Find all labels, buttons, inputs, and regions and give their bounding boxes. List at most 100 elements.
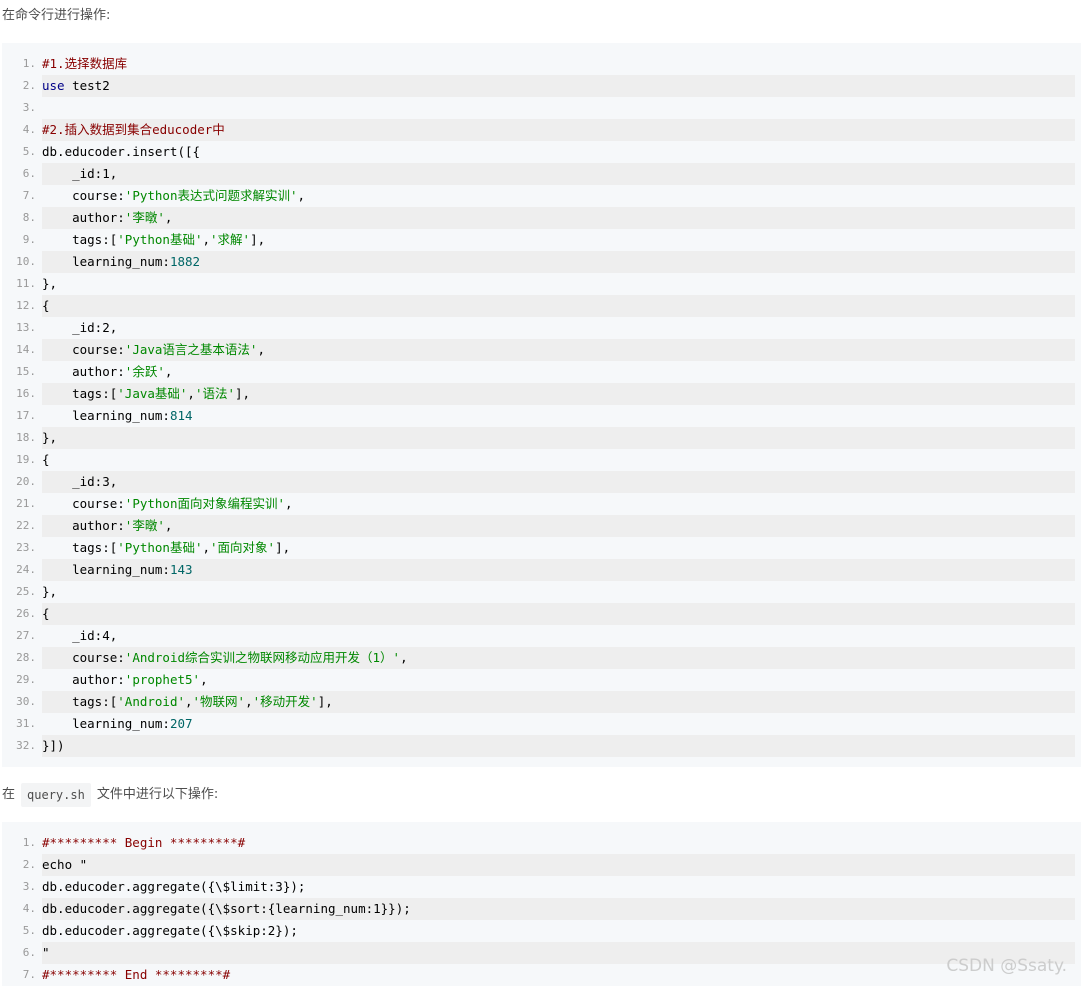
code-token: ], [317,694,333,709]
code-token: 'Python面向对象编程实训' [124,496,286,511]
line-number: 27. [16,629,36,642]
line-number: 16. [16,387,36,400]
line-number: 14. [16,343,36,356]
code-token: tags:[ [42,232,118,247]
code-block-query[interactable]: 1. #********* Begin *********# 2. echo " 3. d… [2,822,1081,986]
code-token: , [109,320,118,335]
line-number: 3. [22,880,36,893]
line-number: 29. [16,673,36,686]
line-number: 15. [16,365,36,378]
code-token: #2.插入数据到集合educoder中 [42,122,225,137]
code-token: , [202,540,211,555]
code-text: { [42,603,1075,625]
line-number: 8. [22,211,36,224]
code-token: '李暾' [124,518,165,533]
code-line: 3. [2,97,1075,119]
code-token: , [285,496,293,511]
query-suffix: 文件中进行以下操作: [96,787,219,802]
code-line: 5. db.educoder.aggregate({\$skip:2}); [2,920,1075,942]
code-text: course:'Python表达式问题求解实训', [42,185,1075,207]
code-text: " [42,942,1075,964]
code-text: _id:3, [42,471,1075,493]
line-number: 20. [16,475,36,488]
code-text: db.educoder.aggregate({\$sort:{learning_… [42,898,1075,920]
code-token: '物联网' [192,694,246,709]
line-number: 6. [22,946,36,959]
code-text: }, [42,427,1075,449]
code-text: tags:['Android','物联网','移动开发'], [42,691,1075,713]
code-token: '移动开发' [252,694,318,709]
code-token: " [42,945,50,960]
line-number: 5. [22,145,36,158]
code-line: 8. author:'李暾', [2,207,1075,229]
code-text: tags:['Python基础','面向对象'], [42,537,1075,559]
code-line: 14. course:'Java语言之基本语法', [2,339,1075,361]
code-text: author:'李暾', [42,207,1075,229]
code-line: 30. tags:['Android','物联网','移动开发'], [2,691,1075,713]
code-token: author: [42,518,125,533]
code-token: }, [42,430,58,445]
code-text: _id:4, [42,625,1075,647]
code-text: #********* Begin *********# [42,832,1075,854]
code-token: }, [42,276,58,291]
line-number: 18. [16,431,36,444]
code-line: 1. #1.选择数据库 [2,53,1075,75]
code-text: use test2 [42,75,1075,97]
line-number: 32. [16,739,36,752]
code-line: 18.}, [2,427,1075,449]
line-number: 23. [16,541,36,554]
code-line: 2. echo " [2,854,1075,876]
code-text: db.educoder.aggregate({\$skip:2}); [42,920,1075,942]
code-line: 10. learning_num:1882 [2,251,1075,273]
code-line: 27. _id:4, [2,625,1075,647]
code-token: tags:[ [42,694,118,709]
code-token: 3 [102,474,110,489]
code-token: course: [42,342,125,357]
code-token: learning_num: [42,408,170,423]
line-number: 1. [22,57,36,70]
line-number: 22. [16,519,36,532]
line-number: 5. [22,924,36,937]
code-text: _id:1, [42,163,1075,185]
code-text: author:'prophet5', [42,669,1075,691]
code-token: '语法' [194,386,236,401]
code-token: 'Java语言之基本语法' [124,342,258,357]
code-line: 20. _id:3, [2,471,1075,493]
code-line: 28. course:'Android综合实训之物联网移动应用开发（1）', [2,647,1075,669]
code-text: { [42,449,1075,471]
code-line: 16. tags:['Java基础','语法'], [2,383,1075,405]
code-token: ], [235,386,251,401]
code-token: }, [42,584,58,599]
code-text: #1.选择数据库 [42,53,1075,75]
code-token: 1882 [169,254,201,269]
code-text: { [42,295,1075,317]
code-text: author:'李暾', [42,515,1075,537]
line-number: 17. [16,409,36,422]
code-token: _id: [42,166,103,181]
code-token: db.educoder.aggregate({\$skip:2}); [42,923,298,938]
code-token: #********* Begin *********# [42,835,246,850]
code-text: }, [42,581,1075,603]
code-token: }]) [42,738,65,753]
code-token: echo " [42,857,88,872]
line-number: 21. [16,497,36,510]
line-number: 1. [22,836,36,849]
line-number: 2. [22,79,36,92]
code-token: learning_num: [42,716,170,731]
line-number: 4. [22,902,36,915]
line-number: 3. [22,101,36,114]
code-block-insert[interactable]: 1. #1.选择数据库 2. use test2 3. 4. #2.插入数据到集合educo… [2,43,1081,767]
code-token: , [109,628,118,643]
code-token: _id: [42,474,103,489]
code-token: , [200,672,208,687]
code-token: course: [42,650,125,665]
code-line: 12. { [2,295,1075,317]
line-number: 19. [16,453,36,466]
code-token: author: [42,210,125,225]
code-text: author:'余跃', [42,361,1075,383]
code-line: 25.}, [2,581,1075,603]
code-line: 15. author:'余跃', [2,361,1075,383]
code-token: , [202,232,211,247]
code-line: 26. { [2,603,1075,625]
line-number: 24. [16,563,36,576]
